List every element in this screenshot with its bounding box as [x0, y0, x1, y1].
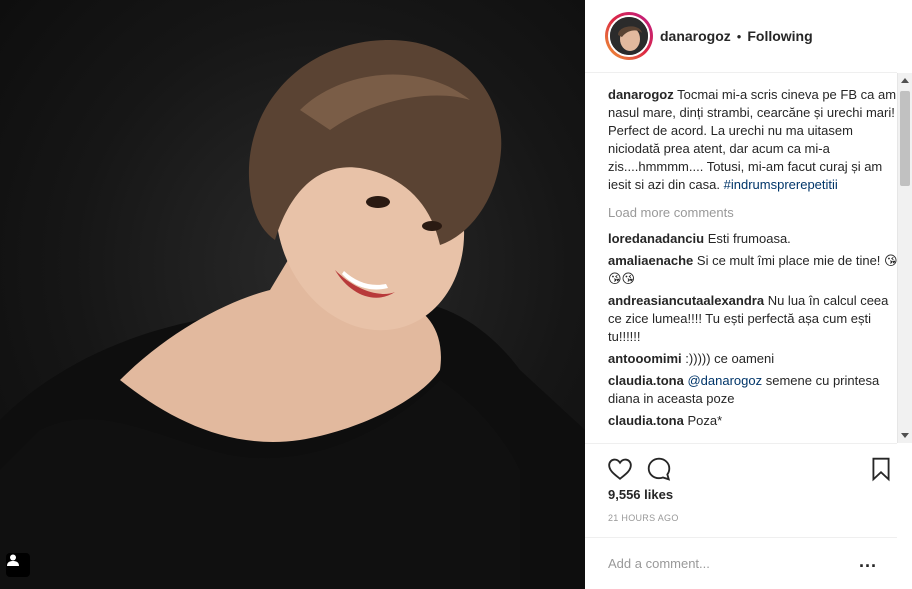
- comment-text: Esti frumoasa.: [707, 231, 791, 246]
- portrait-illustration: [0, 40, 585, 589]
- comment-text: Poza*: [687, 413, 723, 428]
- comment-item: antooomimi :))))) ce oameni: [608, 350, 898, 368]
- more-options-icon[interactable]: ...: [859, 552, 877, 570]
- scroll-down-arrow[interactable]: [898, 429, 912, 443]
- bookmark-icon[interactable]: [868, 456, 894, 482]
- post-side-panel: danarogoz • Following danarogoz Tocmai m…: [585, 0, 912, 589]
- comment-username[interactable]: loredanadanciu: [608, 231, 704, 246]
- post-header: danarogoz • Following: [585, 0, 897, 73]
- comment-item: andreasiancutaalexandra Nu lua în calcul…: [608, 292, 898, 346]
- likes-count[interactable]: 9,556 likes: [608, 487, 673, 502]
- caption-username[interactable]: danarogoz: [608, 87, 674, 102]
- comment-mention[interactable]: @danarogoz: [687, 373, 762, 388]
- user-tag-icon: [7, 554, 19, 566]
- action-bar: [585, 443, 897, 493]
- comments-list: danarogoz Tocmai mi-a scris cineva pe FB…: [608, 86, 898, 443]
- comment-item: amaliaenache Si ce mult îmi place mie de…: [608, 252, 898, 288]
- caption: danarogoz Tocmai mi-a scris cineva pe FB…: [608, 86, 898, 194]
- comment-item: loredanadanciu Esti frumoasa.: [608, 230, 898, 248]
- comment-text: :))))) ce oameni: [685, 351, 775, 366]
- comment-username[interactable]: amaliaenache: [608, 253, 693, 268]
- scroll-up-arrow[interactable]: [898, 73, 912, 87]
- chevron-up-icon: [901, 78, 909, 83]
- comment-input[interactable]: [608, 556, 848, 571]
- avatar-image: [610, 17, 648, 55]
- comments-scrollbar[interactable]: [897, 73, 912, 443]
- comment-item: claudia.tona @danarogoz semene cu printe…: [608, 372, 898, 408]
- tag-button[interactable]: [6, 553, 30, 577]
- chevron-down-icon: [901, 433, 909, 438]
- comment-username[interactable]: claudia.tona: [608, 413, 684, 428]
- following-button[interactable]: Following: [747, 28, 812, 44]
- load-more-comments-button[interactable]: Load more comments: [608, 204, 898, 222]
- avatar[interactable]: [605, 12, 653, 60]
- post-timestamp[interactable]: 21 HOURS AGO: [608, 513, 679, 523]
- comment-bubble-icon[interactable]: [646, 456, 672, 482]
- heart-icon[interactable]: [607, 456, 633, 482]
- comment-username[interactable]: antooomimi: [608, 351, 682, 366]
- comment-username[interactable]: andreasiancutaalexandra: [608, 293, 764, 308]
- post-author-username[interactable]: danarogoz: [660, 28, 731, 44]
- comment-item: claudia.tona Poza*: [608, 412, 898, 430]
- header-separator: •: [736, 28, 742, 44]
- scrollbar-thumb[interactable]: [900, 91, 910, 186]
- post-photo[interactable]: [0, 0, 585, 589]
- caption-hashtag[interactable]: #indrumsprerepetitii: [724, 177, 838, 192]
- comment-username[interactable]: claudia.tona: [608, 373, 684, 388]
- add-comment-bar: ...: [585, 537, 897, 589]
